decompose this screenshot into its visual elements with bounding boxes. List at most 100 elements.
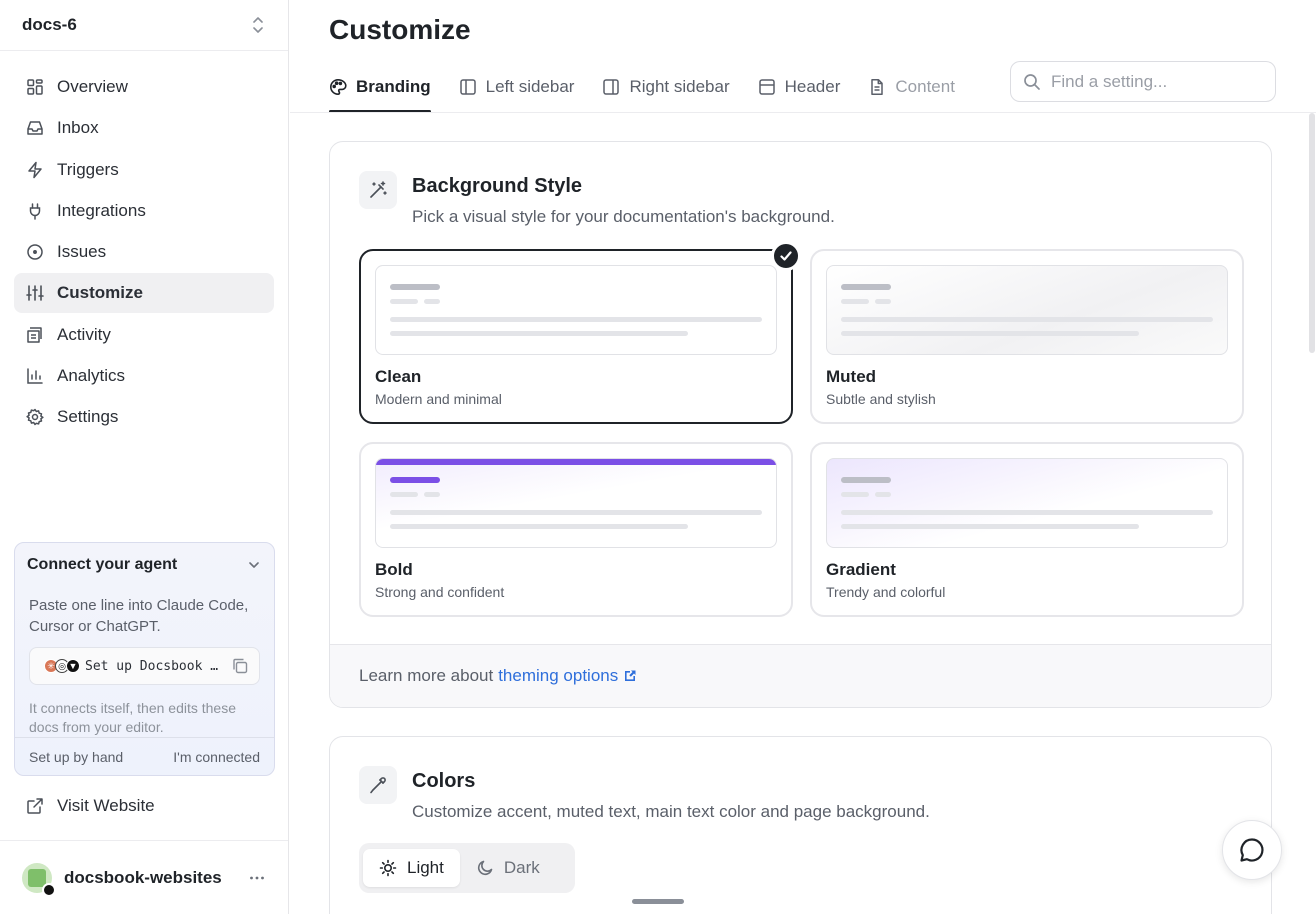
card-icon: [359, 766, 397, 804]
tabs-divider: [290, 112, 1316, 113]
tab-label: Header: [784, 77, 841, 96]
im-connected-link[interactable]: I'm connected: [173, 749, 260, 765]
theming-options-link[interactable]: theming options: [498, 666, 637, 686]
style-preview: [375, 265, 777, 355]
sidebar-item-overview[interactable]: Overview: [14, 67, 274, 107]
dark-mode-button[interactable]: Dark: [460, 849, 556, 887]
light-mode-button[interactable]: Light: [363, 849, 460, 887]
avatar: [22, 862, 56, 897]
bar-chart-icon: [27, 368, 43, 384]
cursor-logo-icon: ▼: [66, 659, 80, 673]
project-name: docs-6: [22, 15, 77, 34]
card-icon: [359, 171, 397, 209]
style-option-label: Clean: [375, 367, 422, 386]
card-subtitle: Pick a visual style for your documentati…: [412, 207, 835, 226]
tab-right-sidebar[interactable]: Right sidebar: [602, 62, 730, 112]
sidebar-item-label: Customize: [57, 283, 143, 303]
account-name: docsbook-websites: [64, 867, 222, 887]
setup-by-hand-link[interactable]: Set up by hand: [29, 749, 123, 765]
more-horizontal-icon[interactable]: [248, 869, 266, 887]
style-option-bold[interactable]: Bold Strong and confident: [359, 442, 793, 617]
style-option-description: Strong and confident: [375, 584, 505, 600]
style-option-muted[interactable]: Muted Subtle and stylish: [810, 249, 1244, 424]
sidebar-item-analytics[interactable]: Analytics: [14, 356, 274, 396]
panel-right-icon: [603, 79, 620, 95]
sidebar-item-triggers[interactable]: Triggers: [14, 150, 274, 190]
settings-tabs: Branding Left sidebar Right sidebar Head…: [329, 62, 983, 113]
page-title: Customize: [329, 14, 471, 45]
external-link-icon: [27, 798, 43, 814]
file-text-icon: [871, 79, 884, 95]
dark-mode-label: Dark: [503, 858, 540, 877]
sun-icon: [379, 859, 397, 877]
sidebar: docs-6 Overview Inbox Triggers Integrati…: [0, 0, 289, 914]
style-option-clean[interactable]: Clean Modern and minimal: [359, 241, 801, 424]
background-style-card: Background Style Pick a visual style for…: [329, 141, 1272, 708]
style-option-description: Modern and minimal: [375, 391, 502, 407]
panel-top-icon: [758, 79, 775, 95]
project-switcher[interactable]: docs-6: [0, 0, 288, 51]
tab-label: Branding: [356, 77, 431, 96]
external-link-icon: [625, 670, 636, 681]
style-option-label: Muted: [826, 367, 877, 386]
connect-agent-header[interactable]: Connect your agent: [15, 543, 274, 587]
gear-icon: [26, 409, 44, 426]
card-title: Background Style: [412, 175, 583, 197]
chat-support-button[interactable]: [1222, 820, 1282, 880]
card-footer: Learn more about theming options: [330, 644, 1271, 707]
tab-left-sidebar[interactable]: Left sidebar: [459, 62, 575, 112]
connect-agent-description: Paste one line into Claude Code, Cursor …: [29, 597, 249, 635]
chevron-up-down-icon: [253, 17, 263, 33]
style-option-gradient[interactable]: Gradient Trendy and colorful: [810, 442, 1244, 617]
panel-left-icon: [459, 79, 476, 95]
sidebar-item-label: Overview: [57, 77, 128, 96]
sidebar-item-label: Settings: [57, 407, 119, 427]
style-option-label: Bold: [375, 560, 413, 579]
circle-dot-icon: [27, 244, 43, 260]
colors-card: Colors Customize accent, muted text, mai…: [329, 736, 1272, 914]
agent-logos: ✳ ◎ ▼: [44, 659, 80, 673]
sidebar-item-customize[interactable]: Customize: [14, 273, 274, 314]
sidebar-item-label: Activity: [57, 324, 111, 344]
sidebar-item-integrations[interactable]: Integrations: [14, 191, 274, 231]
search-input[interactable]: [1051, 71, 1251, 92]
chevron-down-icon[interactable]: [246, 557, 262, 573]
copy-icon[interactable]: [231, 657, 249, 675]
moon-icon: [477, 860, 493, 876]
sliders-icon: [26, 285, 44, 302]
eyedropper-icon: [370, 777, 386, 794]
sidebar-item-label: Triggers: [57, 159, 119, 179]
connect-agent-footer: Set up by hand I'm connected: [15, 737, 274, 775]
light-mode-label: Light: [407, 858, 444, 877]
tab-branding[interactable]: Branding: [329, 62, 431, 113]
visit-website-link[interactable]: Visit Website: [26, 796, 155, 816]
sidebar-item-label: Inbox: [57, 118, 99, 138]
avatar-image: [28, 868, 46, 887]
command-box[interactable]: ✳ ◎ ▼ Set up Docsbook MCP: [29, 647, 260, 685]
tab-label: Content: [895, 77, 955, 96]
card-title: Colors: [412, 770, 476, 792]
chat-bubble-icon: [1240, 838, 1264, 862]
sidebar-item-activity[interactable]: Activity: [14, 315, 274, 355]
command-text: Set up Docsbook MCP: [85, 658, 223, 674]
tab-header[interactable]: Header: [758, 62, 841, 112]
palette-icon: [330, 78, 347, 96]
tab-content[interactable]: Content: [868, 62, 955, 112]
connect-agent-card: Connect your agent Paste one line into C…: [14, 542, 275, 776]
tab-label: Right sidebar: [629, 77, 730, 96]
account-switcher[interactable]: docsbook-websites: [0, 840, 288, 914]
sidebar-item-inbox[interactable]: Inbox: [14, 108, 274, 148]
tab-label: Left sidebar: [485, 77, 575, 96]
plug-icon: [29, 203, 41, 220]
footer-text: Learn more about: [359, 666, 494, 685]
inbox-icon: [27, 121, 43, 136]
scrollbar[interactable]: [1309, 113, 1315, 353]
drag-handle[interactable]: [632, 899, 684, 904]
sidebar-nav: Overview Inbox Triggers Integrations Iss…: [14, 67, 274, 439]
settings-search[interactable]: [1010, 61, 1276, 102]
sidebar-item-issues[interactable]: Issues: [14, 232, 274, 272]
style-option-label: Gradient: [826, 560, 896, 579]
magic-wand-icon: [370, 181, 387, 198]
card-subtitle: Customize accent, muted text, main text …: [412, 802, 930, 821]
sidebar-item-settings[interactable]: Settings: [14, 397, 274, 437]
